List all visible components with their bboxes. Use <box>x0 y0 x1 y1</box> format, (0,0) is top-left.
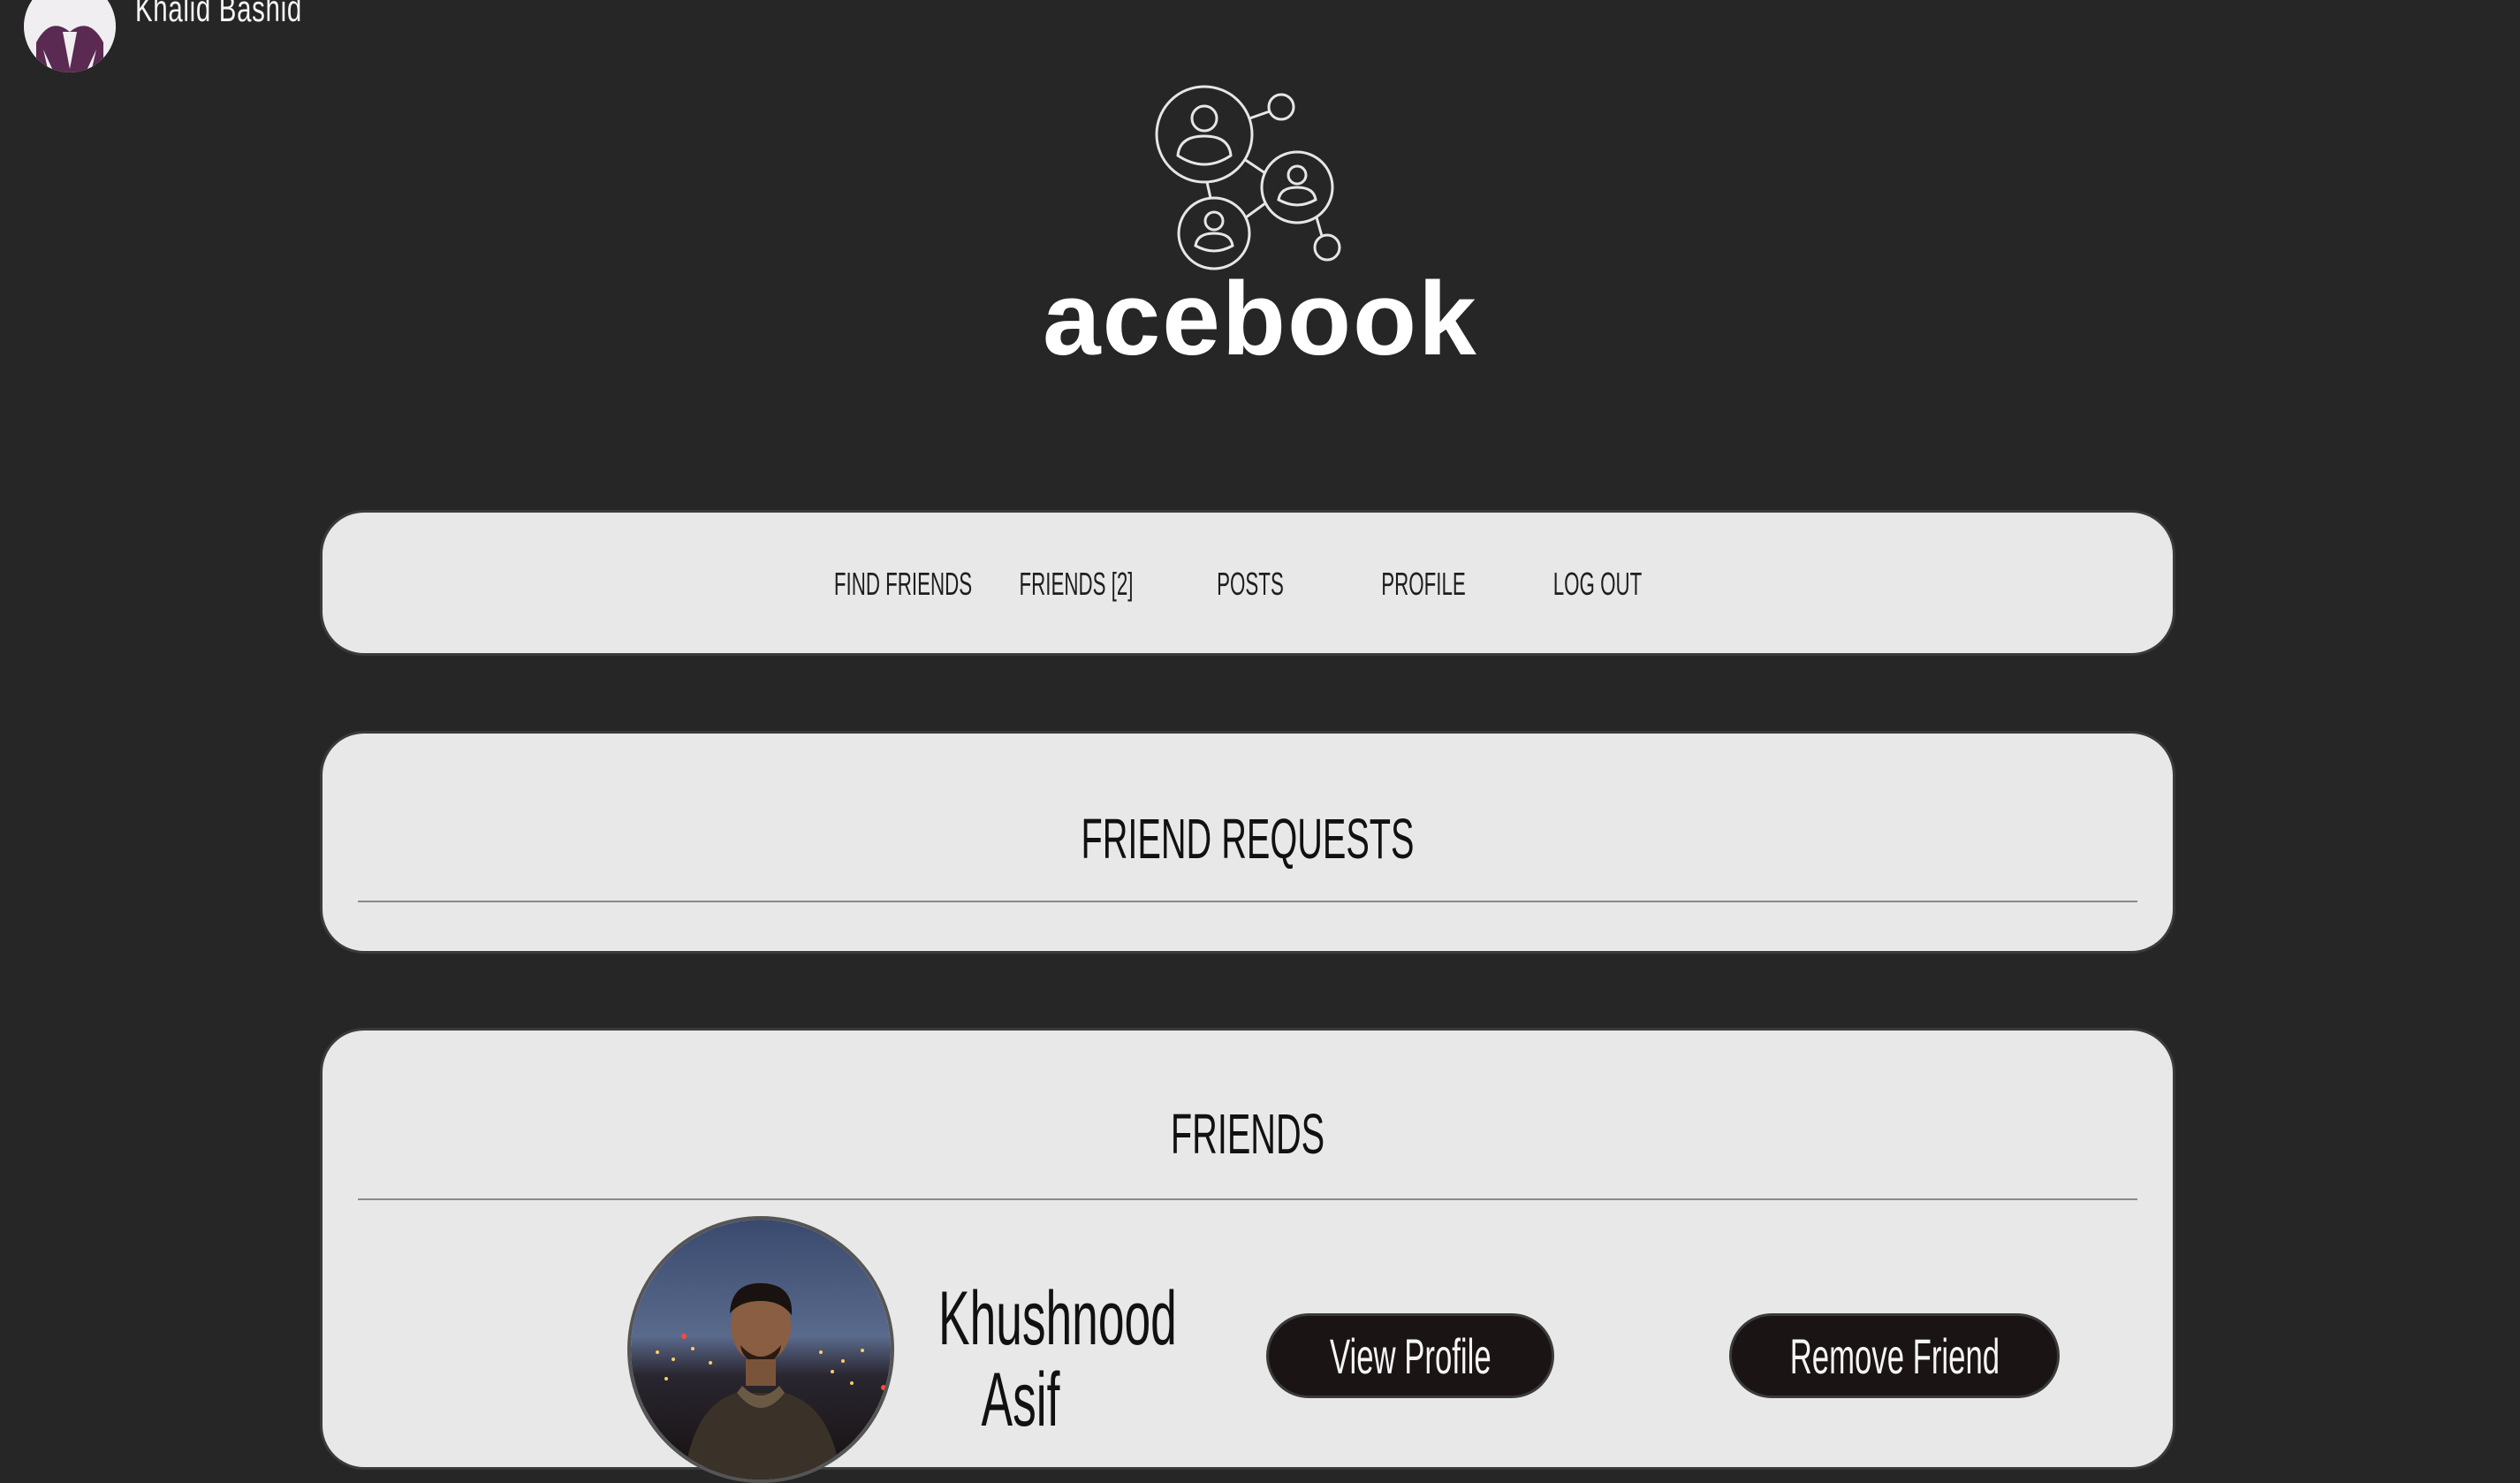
view-profile-label: View Profile <box>1329 1327 1492 1384</box>
nav-profile[interactable]: PROFILE <box>1352 566 1494 603</box>
remove-friend-label: Remove Friend <box>1789 1327 2000 1384</box>
nav-find-friends[interactable]: FIND FRIENDS <box>831 566 974 603</box>
view-profile-button[interactable]: View Profile <box>1266 1313 1554 1398</box>
nav-friends[interactable]: FRIENDS [2] <box>1005 566 1147 603</box>
divider <box>358 1198 2137 1200</box>
friends-panel: FRIENDS Khushnood Asif View Profile Remo… <box>320 1028 2175 1483</box>
social-network-icon <box>1149 83 1352 278</box>
logo-text: acebook <box>1043 261 1478 377</box>
nav-log-out[interactable]: LOG OUT <box>1526 566 1668 603</box>
user-name: Khalid Bashid <box>135 0 302 29</box>
friend-name[interactable]: Khushnood Asif <box>938 1276 1177 1442</box>
friend-requests-panel: FRIEND REQUESTS <box>320 731 2175 954</box>
user-badge[interactable] <box>24 0 116 72</box>
user-avatar-icon[interactable] <box>24 0 116 72</box>
friend-requests-title: FRIEND REQUESTS <box>1081 807 1415 871</box>
friend-name-line1: Khushnood <box>938 1276 1177 1361</box>
nav-bar: FIND FRIENDS FRIENDS [2] POSTS PROFILE L… <box>320 510 2175 656</box>
remove-friend-button[interactable]: Remove Friend <box>1729 1313 2060 1398</box>
friends-title: FRIENDS <box>1170 1102 1325 1166</box>
friend-avatar[interactable] <box>627 1216 894 1483</box>
friend-name-line2: Asif <box>981 1358 1060 1442</box>
nav-posts[interactable]: POSTS <box>1179 566 1321 603</box>
divider <box>358 901 2137 902</box>
